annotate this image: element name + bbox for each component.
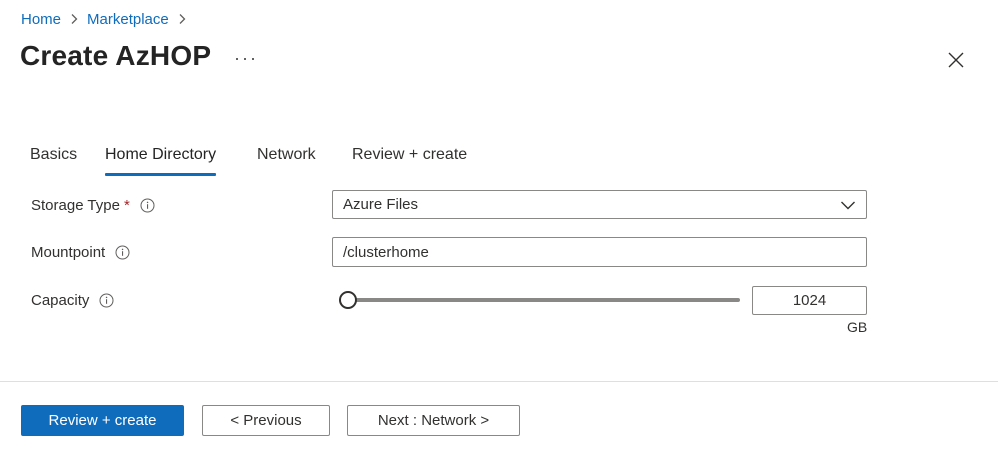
mountpoint-label-row: Mountpoint: [31, 241, 130, 263]
mountpoint-label: Mountpoint: [31, 243, 106, 261]
previous-button[interactable]: < Previous: [202, 405, 330, 436]
breadcrumb: Home Marketplace: [21, 9, 195, 29]
footer-divider: [0, 381, 998, 382]
next-network-button[interactable]: Next : Network >: [347, 405, 520, 436]
tab-home-directory[interactable]: Home Directory: [105, 140, 217, 176]
storage-type-dropdown[interactable]: Azure Files: [332, 190, 867, 219]
info-icon[interactable]: [140, 198, 155, 213]
breadcrumb-home-link[interactable]: Home: [21, 11, 61, 28]
chevron-right-icon: [172, 9, 192, 29]
capacity-label-row: Capacity: [31, 289, 114, 311]
chevron-down-icon: [840, 198, 856, 212]
tab-basics[interactable]: Basics: [30, 140, 77, 176]
slider-thumb[interactable]: [339, 291, 357, 309]
page-title: Create AzHOP: [20, 40, 212, 71]
info-icon[interactable]: [99, 293, 114, 308]
storage-type-label: Storage Type: [31, 196, 120, 214]
mountpoint-input[interactable]: [332, 237, 867, 267]
tab-review-create[interactable]: Review + create: [352, 140, 467, 176]
chevron-right-icon: [64, 9, 84, 29]
tab-label: Network: [257, 146, 316, 163]
capacity-input[interactable]: [752, 286, 867, 315]
tab-label: Review + create: [352, 146, 468, 163]
storage-type-label-row: Storage Type *: [31, 194, 155, 216]
tab-label: Home Directory: [105, 146, 217, 163]
more-horizontal-icon[interactable]: [236, 49, 254, 69]
active-tab-indicator: [105, 173, 217, 176]
capacity-slider[interactable]: [339, 290, 740, 310]
close-icon[interactable]: [946, 50, 966, 70]
info-icon[interactable]: [115, 245, 130, 260]
storage-type-value: Azure Files: [343, 196, 419, 213]
tab-network[interactable]: Network: [257, 140, 316, 176]
required-marker: *: [123, 196, 130, 214]
capacity-unit: GB: [847, 319, 868, 335]
capacity-label: Capacity: [31, 291, 90, 309]
review-create-button[interactable]: Review + create: [21, 405, 184, 436]
slider-track: [339, 298, 740, 302]
tab-label: Basics: [30, 146, 78, 163]
breadcrumb-marketplace-link[interactable]: Marketplace: [87, 11, 169, 28]
